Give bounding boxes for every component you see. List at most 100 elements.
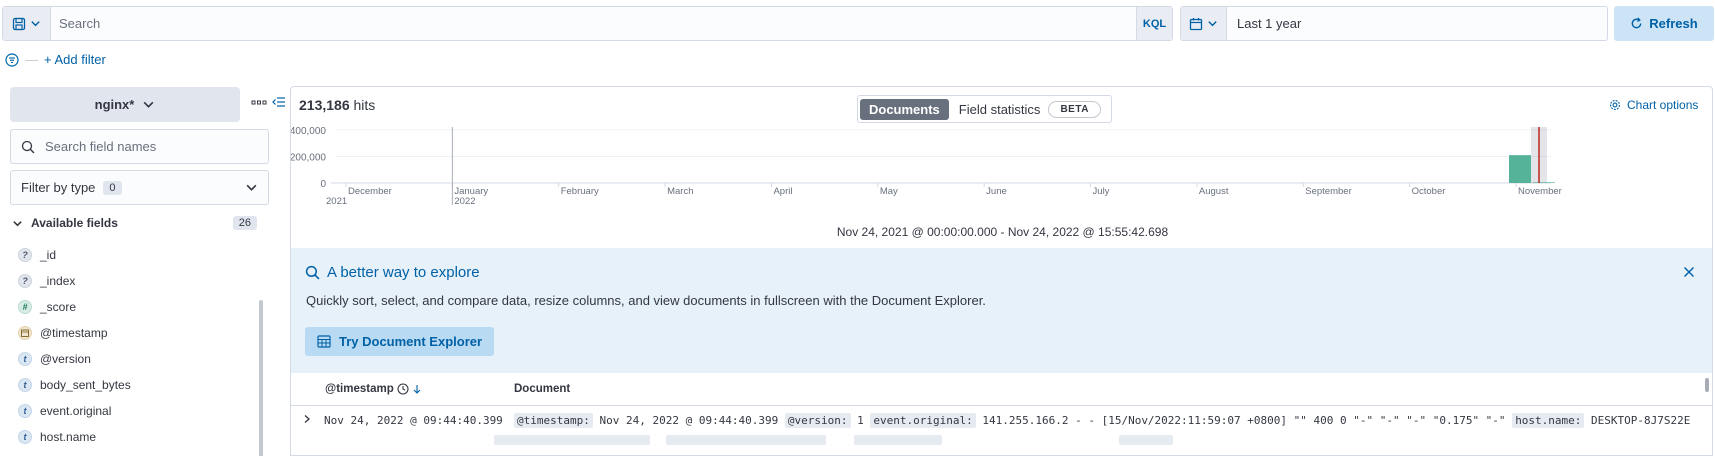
chevron-down-icon bbox=[246, 184, 257, 191]
x-tick-label: February bbox=[561, 186, 599, 197]
date-picker: Last 1 year bbox=[1180, 6, 1608, 41]
sort-down-icon[interactable] bbox=[412, 384, 422, 394]
field-item[interactable]: # _score bbox=[18, 294, 248, 320]
date-type-icon bbox=[18, 326, 32, 340]
x-tick-label: December bbox=[348, 186, 392, 197]
more-options-icon[interactable] bbox=[251, 99, 267, 107]
quick-menu-button[interactable] bbox=[1181, 7, 1227, 40]
chevron-down-icon bbox=[1208, 21, 1217, 27]
histogram-bar bbox=[1509, 155, 1531, 183]
expand-row-icon[interactable] bbox=[302, 414, 312, 424]
field-search-input[interactable] bbox=[45, 139, 245, 154]
doc-value: 141.255.166.2 - - [15/Nov/2022:11:59:07 … bbox=[975, 414, 1513, 427]
field-item[interactable]: ? _id bbox=[18, 242, 248, 268]
x-tick-label: May bbox=[880, 186, 898, 197]
chart-date-range: Nov 24, 2021 @ 00:00:00.000 - Nov 24, 20… bbox=[836, 225, 1169, 239]
truncated-key bbox=[666, 435, 826, 445]
x-tick-label: June bbox=[986, 186, 1007, 197]
query-language-button[interactable]: KQL bbox=[1136, 7, 1172, 40]
search-icon bbox=[21, 140, 35, 153]
chart-options-label: Chart options bbox=[1627, 98, 1699, 112]
filter-by-type-button[interactable]: Filter by type 0 bbox=[10, 170, 269, 205]
filter-menu-icon[interactable] bbox=[5, 52, 19, 67]
filter-bar: — + Add filter bbox=[5, 52, 106, 67]
tab-documents[interactable]: Documents bbox=[860, 98, 949, 120]
table-scrollbar[interactable] bbox=[1705, 378, 1709, 392]
x-tick-label: March bbox=[667, 186, 693, 197]
truncated-key bbox=[494, 435, 650, 445]
column-header-document: Document bbox=[514, 383, 571, 395]
field-item[interactable]: ? _index bbox=[18, 268, 248, 294]
saved-query-button[interactable] bbox=[3, 7, 51, 40]
try-document-explorer-button[interactable]: Try Document Explorer bbox=[305, 327, 495, 356]
field-name: body_sent_bytes bbox=[40, 378, 131, 392]
sidebar-scrollbar[interactable] bbox=[259, 300, 263, 456]
chevron-down-icon bbox=[31, 21, 40, 27]
string-type-icon: t bbox=[18, 352, 32, 366]
save-icon bbox=[12, 17, 26, 30]
truncated-key bbox=[1119, 435, 1173, 445]
filter-count-badge: 0 bbox=[103, 180, 122, 195]
x-tick-label: April bbox=[773, 186, 792, 197]
doc-key: @version: bbox=[784, 413, 851, 428]
truncated-key bbox=[854, 435, 942, 445]
x-tick-label: August bbox=[1199, 186, 1229, 197]
field-item[interactable]: t @version bbox=[18, 346, 248, 372]
calendar-icon bbox=[1189, 17, 1203, 30]
try-document-explorer-label: Try Document Explorer bbox=[339, 334, 483, 349]
x-tick-label: October bbox=[1412, 186, 1446, 197]
collapse-sidebar-icon[interactable] bbox=[272, 96, 286, 108]
index-pattern-selector[interactable]: nginx* bbox=[10, 87, 240, 122]
field-search bbox=[10, 129, 269, 164]
field-item[interactable]: t host.name bbox=[18, 424, 248, 450]
field-name: _score bbox=[40, 300, 77, 314]
string-type-icon: t bbox=[18, 378, 32, 392]
field-item[interactable]: @timestamp bbox=[18, 320, 248, 346]
hits-count: 213,186 bbox=[299, 97, 350, 113]
search-input[interactable] bbox=[51, 7, 1136, 40]
gear-icon bbox=[1609, 99, 1621, 111]
x-tick-label: July bbox=[1093, 186, 1110, 197]
field-list: ? _id? _index # _score @timestamp t @version t bo… bbox=[18, 242, 248, 450]
field-item[interactable]: t body_sent_bytes bbox=[18, 372, 248, 398]
doc-key: host.name: bbox=[1512, 413, 1585, 428]
date-range-label[interactable]: Last 1 year bbox=[1227, 16, 1301, 31]
field-item[interactable]: t event.original bbox=[18, 398, 248, 424]
field-sidebar: nginx* Filter by type 0 Available fields… bbox=[0, 85, 285, 456]
unknown-type-icon: ? bbox=[18, 248, 32, 262]
filter-by-type-label: Filter by type bbox=[21, 180, 96, 195]
unknown-type-icon: ? bbox=[18, 274, 32, 288]
y-tick-label: 0 bbox=[320, 179, 326, 190]
field-name: @version bbox=[40, 352, 91, 366]
refresh-label: Refresh bbox=[1649, 16, 1698, 31]
document-explorer-callout: A better way to explore Quickly sort, se… bbox=[291, 248, 1712, 373]
string-type-icon: t bbox=[18, 430, 32, 444]
close-icon[interactable] bbox=[1683, 266, 1695, 278]
field-name: _id bbox=[40, 248, 57, 262]
chevron-down-icon bbox=[143, 101, 154, 108]
refresh-icon bbox=[1631, 17, 1642, 29]
callout-title-text: A better way to explore bbox=[327, 264, 480, 281]
number-type-icon: # bbox=[18, 300, 32, 314]
divider: — bbox=[25, 52, 38, 67]
add-filter-button[interactable]: + Add filter bbox=[44, 52, 106, 67]
tab-field-statistics[interactable]: Field statistics BETA bbox=[949, 100, 1109, 118]
x-tick-label: November bbox=[1518, 186, 1562, 197]
table-row: Nov 24, 2022 @ 09:44:40.399 @timestamp: … bbox=[291, 407, 1712, 456]
available-fields-toggle[interactable]: Available fields 26 bbox=[12, 216, 257, 230]
query-bar: KQL bbox=[2, 6, 1173, 41]
column-timestamp-label: @timestamp bbox=[325, 383, 394, 395]
row-document: @timestamp: Nov 24, 2022 @ 09:44:40.399 … bbox=[514, 413, 1690, 428]
available-fields-label: Available fields bbox=[31, 216, 118, 230]
refresh-button[interactable]: Refresh bbox=[1614, 6, 1714, 41]
column-header-timestamp[interactable]: @timestamp bbox=[325, 383, 422, 395]
chart-options-button[interactable]: Chart options bbox=[1609, 98, 1698, 112]
string-type-icon: t bbox=[18, 404, 32, 418]
y-tick-label: 200,000 bbox=[291, 153, 326, 164]
histogram-chart[interactable]: 400,000200,0000December2021January2022Fe… bbox=[291, 127, 1714, 227]
field-name: _index bbox=[40, 274, 76, 288]
x-tick-label: September bbox=[1305, 186, 1351, 197]
table-header: @timestamp Document bbox=[291, 373, 1712, 406]
callout-title: A better way to explore bbox=[305, 264, 480, 281]
hits-label: hits bbox=[353, 97, 376, 113]
